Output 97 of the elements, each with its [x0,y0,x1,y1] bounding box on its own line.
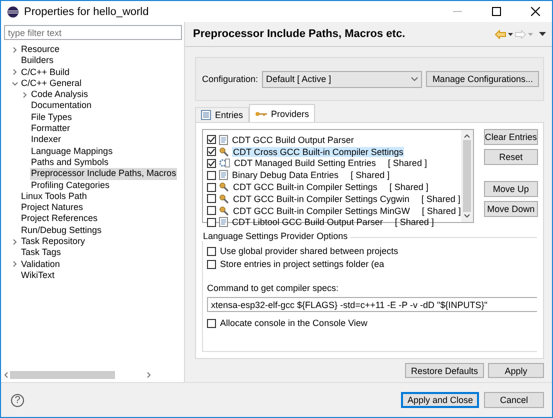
tree-item[interactable]: Resource [20,44,61,56]
configuration-label: Configuration: [202,74,258,84]
checkbox-label: Allocate console in the Console View [220,318,368,328]
wrench-icon [219,206,229,216]
scroll-right-icon[interactable] [147,372,151,378]
tree-item[interactable]: File Types [30,112,73,124]
group-legend: Language Settings Provider Options [201,231,350,241]
tree-item[interactable]: Language Mappings [30,146,114,157]
side-button[interactable]: Move Down [484,201,538,217]
checkbox[interactable] [207,318,216,328]
provider-item[interactable]: CDT GCC Built-in Compiler Settings MinGW [232,206,411,216]
chevron-down-icon[interactable] [12,80,18,87]
tree-item[interactable]: Linux Tools Path [20,190,88,202]
maximize-icon[interactable] [492,7,500,16]
tree-item[interactable]: Code Analysis [30,89,90,100]
wrench-icon [219,194,229,204]
document-icon [219,217,228,228]
shared-label: [ Shared ] [421,194,460,204]
checkbox[interactable] [207,135,216,144]
chevron-right-icon[interactable] [12,261,18,268]
page-title: Preprocessor Include Paths, Macros etc. [193,28,406,40]
tree-item[interactable]: C/C++ Build [20,66,71,78]
tree-item[interactable]: Project References [20,213,99,225]
app-icon [7,6,19,18]
tree-item[interactable]: Documentation [30,100,93,112]
scrollbar-thumb[interactable] [10,371,115,379]
chevron-right-icon[interactable] [12,46,18,53]
window-title: Properties for hello_world [24,6,150,18]
provider-item[interactable]: CDT GCC Build Output Parser [231,134,355,145]
checkbox[interactable] [207,182,216,192]
tree-item[interactable]: Preprocessor Include Paths, Macros [30,168,178,180]
dropdown-icon[interactable] [508,32,513,36]
chevron-down-icon [411,77,418,81]
tab[interactable]: Entries [195,107,250,122]
shared-label: [ Shared ] [394,217,434,228]
command-field[interactable]: xtensa-esp32-elf-gcc ${FLAGS} -std=c++11 -E -P -v -dD "${INPUTS}" [207,297,537,312]
shared-label: [ Shared ] [388,158,427,168]
tree-item[interactable]: Formatter [30,123,72,134]
gear-icon [219,158,230,168]
side-button[interactable]: Clear Entries [484,129,538,145]
scroll-up-icon[interactable] [464,134,470,138]
key-icon [255,110,268,116]
menu-icon[interactable] [539,32,546,36]
wrench-icon [219,146,229,157]
dialog-button[interactable]: Apply and Close [401,392,479,408]
checkbox-label: Store entries in project settings folder (ea [220,259,384,269]
checkbox[interactable] [207,218,216,227]
checkbox-label: Use global provider shared between projects [220,246,398,256]
document-icon [219,170,228,180]
tab[interactable]: Providers [249,104,316,122]
side-button[interactable]: Reset [484,149,538,165]
checkbox[interactable] [207,260,216,268]
checkbox[interactable] [207,246,216,256]
chevron-right-icon[interactable] [12,238,18,245]
provider-item[interactable]: CDT GCC Built-in Compiler Settings Cygwin [232,194,410,204]
shared-label: [ Shared ] [422,206,461,216]
apply-button[interactable]: Apply [488,363,544,378]
tree-item[interactable]: Validation [20,258,61,270]
tree-item[interactable]: Run/Debug Settings [20,224,103,236]
provider-item[interactable]: CDT Libtool GCC Build Output Parser [231,217,384,228]
provider-item[interactable]: Binary Debug Data Entries [231,170,340,180]
checkbox[interactable] [207,147,216,156]
checkbox[interactable] [207,206,216,216]
tree-item[interactable]: C/C++ General [20,78,83,90]
checkbox[interactable] [207,158,216,168]
dialog-button[interactable]: Cancel [484,392,544,408]
shared-label: [ Shared ] [389,182,428,192]
tree-item[interactable]: Indexer [30,134,62,146]
provider-item[interactable]: CDT Managed Build Setting Entries [233,158,377,168]
chevron-right-icon[interactable] [12,69,18,76]
scroll-down-icon[interactable] [464,214,470,218]
chevron-right-icon[interactable] [22,92,28,98]
provider-item[interactable]: CDT GCC Built-in Compiler Settings [232,182,378,192]
document-icon [219,134,228,145]
tree-item[interactable]: WikiText [20,270,56,282]
help-button[interactable]: ? [11,394,24,406]
side-button[interactable]: Move Up [484,181,538,197]
manage-configurations-button[interactable]: Manage Configurations... [426,71,539,87]
scroll-left-icon[interactable] [4,372,8,378]
tree-item[interactable]: Task Tags [20,247,62,259]
vertical-scrollbar[interactable] [460,130,473,222]
close-icon[interactable] [530,7,540,16]
tree-item[interactable]: Profiling Categories [30,180,111,191]
shared-label: [ Shared ] [350,170,390,180]
tree-item[interactable]: Project Natures [20,202,84,214]
provider-item[interactable]: CDT Cross GCC Built-in Compiler Settings [232,146,404,157]
restore-defaults-button[interactable]: Restore Defaults [404,363,484,378]
command-label: Command to get compiler specs: [207,283,340,293]
list-icon [201,110,211,120]
tree-item[interactable]: Paths and Symbols [30,156,110,168]
checkbox[interactable] [207,170,216,180]
wrench-icon [219,182,229,192]
configuration-dropdown[interactable]: Default [ Active ] [262,70,422,88]
tree-item[interactable]: Builders [20,55,55,67]
filter-field[interactable]: type filter text [4,25,182,40]
checkbox[interactable] [207,194,216,204]
tree-item[interactable]: Task Repository [20,236,86,248]
